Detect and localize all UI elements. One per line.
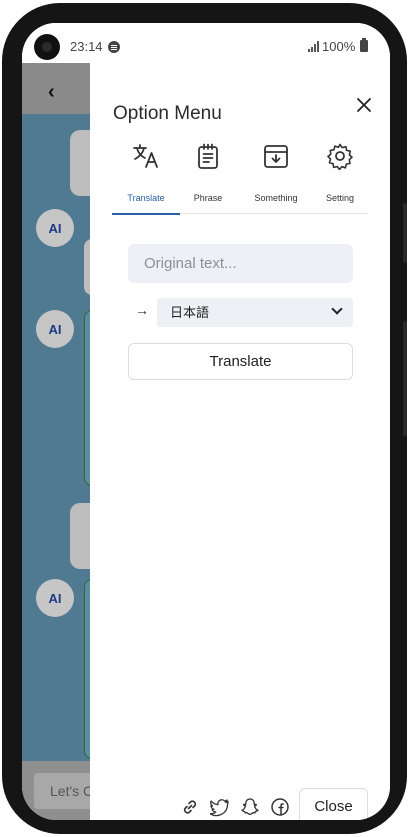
snapchat-icon[interactable] — [240, 797, 260, 817]
translate-icon — [133, 144, 158, 168]
tab-label: Phrase — [193, 193, 223, 203]
gear-icon — [327, 143, 353, 170]
option-tabs: Translate Phrase Something Setting — [112, 136, 368, 215]
power-button — [403, 321, 407, 436]
back-arrow-icon[interactable]: ‹ — [48, 81, 55, 104]
archive-box-icon — [264, 145, 288, 168]
arrow-right-icon: → — [135, 302, 149, 318]
close-button[interactable]: Close — [299, 788, 368, 820]
link-icon[interactable] — [180, 797, 200, 817]
target-language-value: 日本語 — [170, 305, 210, 320]
ai-avatar: AI — [36, 310, 74, 348]
screen: 23:14 100% ‹ AI AI AI Let's C Option Men… — [22, 23, 390, 820]
tab-translate[interactable]: Translate — [112, 136, 180, 215]
battery-icon — [360, 38, 368, 52]
drawer-title: Option Menu — [113, 103, 222, 124]
signal-icon — [308, 41, 319, 52]
ai-avatar: AI — [36, 579, 74, 617]
option-menu-drawer: Option Menu Translate Phrase Something S… — [90, 63, 390, 820]
original-text-input[interactable]: Original text... — [128, 244, 353, 283]
tab-something[interactable]: Something — [242, 136, 310, 214]
front-camera — [34, 34, 60, 60]
facebook-icon[interactable] — [270, 797, 290, 817]
status-bar: 23:14 100% — [22, 23, 390, 63]
translate-button[interactable]: Translate — [128, 343, 353, 380]
notepad-icon — [198, 143, 218, 169]
tab-setting[interactable]: Setting — [306, 136, 374, 214]
tab-label: Setting — [325, 193, 355, 203]
ai-avatar: AI — [36, 209, 74, 247]
battery-percent: 100% — [322, 39, 356, 54]
target-language-select[interactable]: 日本語 — [157, 298, 353, 327]
status-time: 23:14 — [70, 39, 103, 54]
volume-button — [403, 203, 407, 263]
share-icons — [180, 797, 290, 817]
close-icon[interactable] — [354, 95, 374, 115]
tab-label: Translate — [127, 193, 165, 203]
phone-frame: 23:14 100% ‹ AI AI AI Let's C Option Men… — [2, 3, 407, 834]
tab-label: Something — [254, 193, 298, 203]
spotify-icon — [108, 41, 120, 53]
chevron-down-icon — [331, 303, 343, 315]
twitter-icon[interactable] — [209, 797, 230, 817]
tab-phrase[interactable]: Phrase — [174, 136, 242, 214]
